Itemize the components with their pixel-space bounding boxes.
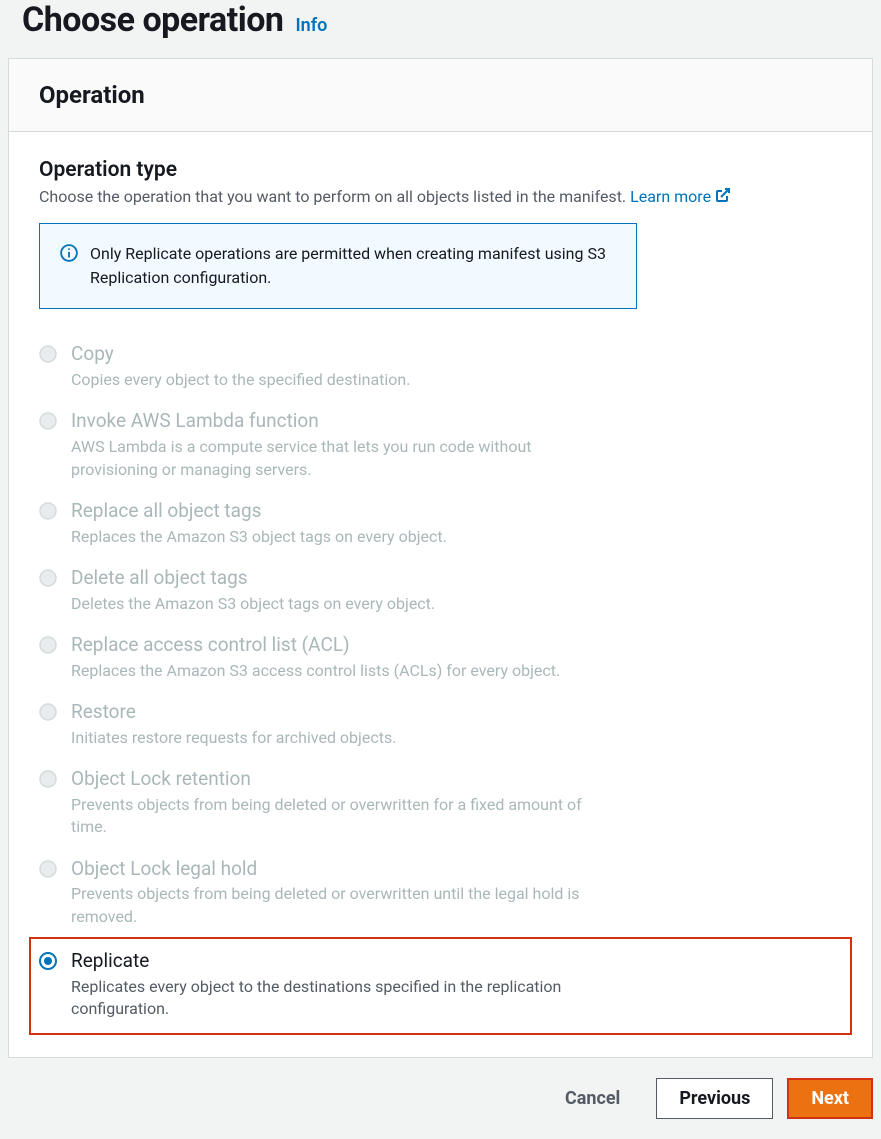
previous-button[interactable]: Previous <box>656 1078 773 1119</box>
radio-icon <box>39 703 57 749</box>
cancel-button[interactable]: Cancel <box>543 1078 642 1119</box>
option-desc: Initiates restore requests for archived … <box>71 727 396 749</box>
option-desc: Replicates every object to the destinati… <box>71 976 621 1021</box>
wizard-footer: Cancel Previous Next <box>0 1058 881 1139</box>
option-invoke-lambda: Invoke AWS Lambda function AWS Lambda is… <box>39 400 842 489</box>
option-desc: AWS Lambda is a compute service that let… <box>71 436 621 481</box>
option-desc: Replaces the Amazon S3 object tags on ev… <box>71 526 447 548</box>
option-title: Object Lock legal hold <box>71 857 621 882</box>
option-title: Replace all object tags <box>71 499 447 524</box>
option-desc: Prevents objects from being deleted or o… <box>71 794 621 839</box>
page-title: Choose operation <box>22 0 283 40</box>
next-button[interactable]: Next <box>787 1078 873 1119</box>
alert-text: Only Replicate operations are permitted … <box>90 242 616 290</box>
radio-icon <box>39 345 57 391</box>
external-link-icon <box>715 187 731 209</box>
option-replicate[interactable]: Replicate Replicates every object to the… <box>29 937 852 1034</box>
option-title: Delete all object tags <box>71 566 435 591</box>
operation-options: Copy Copies every object to the specifie… <box>39 333 842 1034</box>
radio-icon <box>39 770 57 838</box>
radio-icon[interactable] <box>39 952 57 1020</box>
info-alert: Only Replicate operations are permitted … <box>39 223 637 309</box>
radio-icon <box>39 412 57 480</box>
section-desc: Choose the operation that you want to pe… <box>39 186 842 209</box>
option-desc: Deletes the Amazon S3 object tags on eve… <box>71 593 435 615</box>
info-icon <box>60 244 78 290</box>
option-desc: Replaces the Amazon S3 access control li… <box>71 660 560 682</box>
operation-type-section: Operation type Choose the operation that… <box>39 158 842 209</box>
panel-header: Operation <box>9 59 872 132</box>
learn-more-link[interactable]: Learn more <box>630 187 731 206</box>
option-delete-tags: Delete all object tags Deletes the Amazo… <box>39 557 842 624</box>
option-replace-tags: Replace all object tags Replaces the Ama… <box>39 490 842 557</box>
option-title: Restore <box>71 700 396 725</box>
operation-panel: Operation Operation type Choose the oper… <box>8 58 873 1058</box>
radio-icon <box>39 860 57 928</box>
radio-icon <box>39 569 57 615</box>
option-copy: Copy Copies every object to the specifie… <box>39 333 842 400</box>
option-title: Replicate <box>71 949 621 974</box>
radio-icon <box>39 502 57 548</box>
option-desc: Prevents objects from being deleted or o… <box>71 883 621 928</box>
option-restore: Restore Initiates restore requests for a… <box>39 691 842 758</box>
option-object-lock-legal-hold: Object Lock legal hold Prevents objects … <box>39 848 842 937</box>
section-label: Operation type <box>39 158 842 182</box>
learn-more-text: Learn more <box>630 187 711 206</box>
option-title: Invoke AWS Lambda function <box>71 409 621 434</box>
panel-title: Operation <box>39 81 842 109</box>
radio-icon <box>39 636 57 682</box>
option-title: Copy <box>71 342 410 367</box>
section-desc-text: Choose the operation that you want to pe… <box>39 187 630 206</box>
info-link[interactable]: Info <box>295 15 327 36</box>
option-desc: Copies every object to the specified des… <box>71 369 410 391</box>
option-object-lock-retention: Object Lock retention Prevents objects f… <box>39 758 842 847</box>
option-title: Object Lock retention <box>71 767 621 792</box>
option-title: Replace access control list (ACL) <box>71 633 560 658</box>
option-replace-acl: Replace access control list (ACL) Replac… <box>39 624 842 691</box>
